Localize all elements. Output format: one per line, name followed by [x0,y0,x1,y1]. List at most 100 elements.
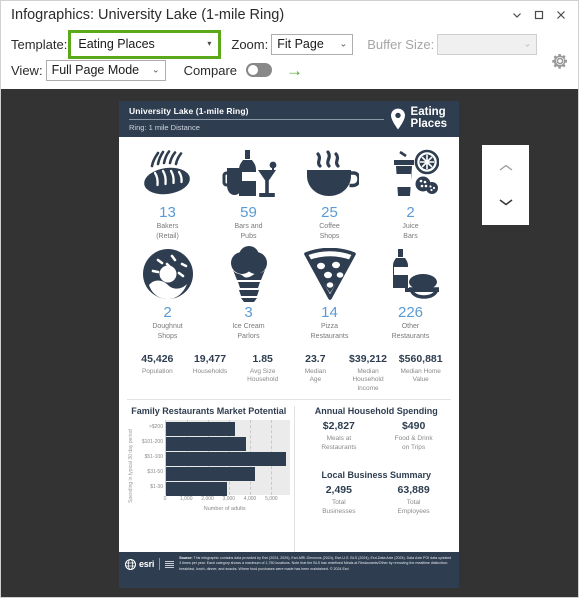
chart-y-tick: $31-50 [147,469,163,476]
juice-icon [383,145,439,203]
lower-panels: Family Restaurants Market Potential Spen… [127,400,451,552]
business-summary-title: Local Business Summary [321,470,431,481]
category-value: 3 [244,304,253,322]
spending-value: $2,827 [322,420,355,433]
demographic-value: 45,426 [141,353,174,366]
brand-title: Eating Places [410,106,447,130]
demographic-value: 19,477 [193,353,227,366]
view-label: View: [11,62,43,78]
bread-icon [140,145,196,203]
previous-page-button[interactable] [494,157,518,179]
chevron-down-icon: ▾ [207,39,212,48]
category-label: Doughnut Shops [152,323,183,340]
infographic-title: University Lake (1-mile Ring) [129,106,249,116]
category-cell: 3 Ice Cream Parlors [208,245,289,341]
category-grid: 13 Bakers (Retail) 59 Bars and Pubs 25 C… [127,137,451,341]
demographic-value: 23.7 [305,353,326,366]
doughnut-icon [141,245,195,303]
business-value: 63,889 [397,484,430,497]
chart-y-tick: $101-200 [141,439,163,446]
business-row: 2,495 Total Businesses 63,889 Total Empl… [301,484,451,516]
template-label: Template: [11,36,68,52]
category-label: Bakers (Retail) [156,223,179,240]
demographic-cell: 23.7 Median Age [289,353,342,393]
business-label: Total Employees [397,498,430,515]
brand-line-2: Places [410,118,447,130]
category-label: Ice Cream Parlors [232,323,265,340]
chart-y-axis-title: Spending in typical 30 day period [128,429,134,503]
apply-arrow-button[interactable]: → [286,62,303,79]
chevron-down-icon: ⌄ [339,38,348,49]
drinks-icon [221,145,277,203]
category-cell: 2 Doughnut Shops [127,245,208,341]
category-value: 2 [163,304,172,322]
category-value: 2 [406,204,415,221]
globe-icon [125,558,136,570]
business-cell: 63,889 Total Employees [376,484,451,516]
gear-icon[interactable] [550,51,570,71]
demographic-cell: 19,477 Households [184,353,237,393]
compare-toggle[interactable] [246,63,273,77]
category-label: Pizza Restaurants [310,323,349,340]
chart-x-tick: 4,000 [243,496,257,503]
window-title: Infographics: University Lake (1-mile Ri… [11,7,285,23]
business-value: 2,495 [325,484,352,497]
demographic-label: Median Home Value [400,367,441,384]
category-value: 14 [321,304,338,322]
infographic-header-text: University Lake (1-mile Ring) Ring: 1 mi… [129,106,390,132]
buffer-size-label: Buffer Size: [367,36,435,52]
demographic-label: Median Age [304,367,327,384]
minimize-button[interactable] [506,4,528,26]
chart-core: >$200 $101-200 $51-100 $31-50 $1-30 0 1,… [135,420,291,512]
chart-plot-area: >$200 $101-200 $51-100 $31-50 $1-30 [135,420,291,497]
view-dropdown[interactable]: Full Page Mode ⌄ [45,59,166,81]
infographic-page: University Lake (1-mile Ring) Ring: 1 mi… [119,101,459,588]
spending-and-business-panel: Annual Household Spending $2,827 Meals a… [295,406,451,552]
esri-wordmark: esri [139,559,155,569]
infographic-footer: esri Source: This infographic contains d… [119,552,459,588]
chart-bars [165,420,291,497]
infographic-header: University Lake (1-mile Ring) Ring: 1 mi… [119,101,459,137]
category-label: Coffee Shops [319,223,340,240]
demographic-cell: 45,426 Population [131,353,184,393]
page-navigator [482,145,529,225]
category-cell: 2 Juice Bars [370,145,451,241]
demographic-value: $560,881 [398,353,443,366]
next-page-button[interactable] [494,191,518,213]
chart-x-ticks: 0 1,000 2,000 3,000 4,000 5,000 [164,495,290,505]
source-note: Source: This infographic contains data p… [179,556,453,572]
spending-cell: $490 Food & Drink on Trips [376,420,451,452]
chart-y-ticks: >$200 $101-200 $51-100 $31-50 $1-30 [135,420,165,495]
category-cell: 25 Coffee Shops [289,145,370,241]
demographic-cell: $560,881 Median Home Value [394,353,447,393]
source-body: This infographic contains data provided … [179,556,452,571]
demographic-label: Households [192,367,228,375]
chart-bar [166,451,287,467]
chart-x-tick: 1,000 [180,496,193,503]
maximize-button[interactable] [528,4,550,26]
demographic-label: Median Household Income [352,367,384,392]
category-label: Other Restaurants [391,323,430,340]
zoom-dropdown[interactable]: Fit Page ⌄ [271,33,354,55]
template-dropdown[interactable]: Eating Places ▾ [68,29,222,59]
logo-divider [159,558,161,570]
esri-logo: esri [125,556,175,570]
toolbar: Template: Eating Places ▾ Zoom: Fit Page… [1,29,578,89]
spending-row: $2,827 Meals at Restaurants $490 Food & … [301,420,451,452]
category-value: 25 [321,204,338,221]
category-label: Juice Bars [402,223,419,240]
category-cell: 59 Bars and Pubs [208,145,289,241]
chart-bar [166,436,247,452]
chart-bar [166,481,228,497]
chart-y-tick: $51-100 [144,454,163,461]
source-label: Source: [179,556,193,560]
category-cell: 14 Pizza Restaurants [289,245,370,341]
close-button[interactable] [550,4,572,26]
zoom-label: Zoom: [231,36,269,52]
buffer-size-dropdown[interactable]: ⌄ [437,33,538,55]
chart-x-tick: 2,000 [201,496,214,503]
map-pin-icon [390,108,406,130]
compare-label: Compare [183,62,238,78]
category-value: 59 [240,204,257,221]
spending-label: Meals at Restaurants [321,434,357,451]
